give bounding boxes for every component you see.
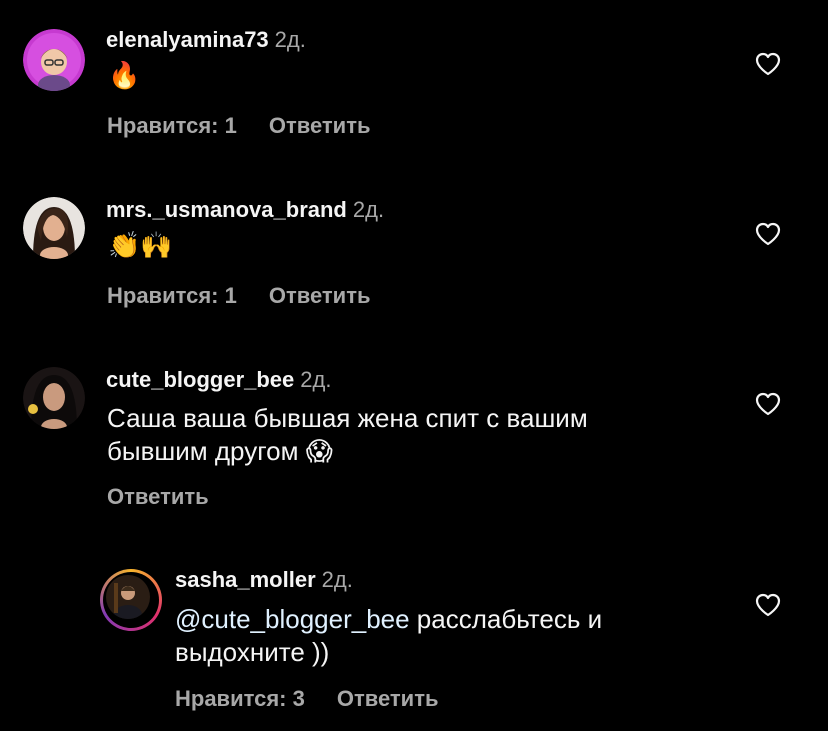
comment-text-line: бывшим другом 😱 (107, 435, 588, 469)
username-link[interactable]: mrs._usmanova_brand (106, 197, 347, 222)
comment-actions: Нравится: 1 Ответить (107, 113, 403, 139)
avatar-image (23, 197, 85, 259)
likes-count-button[interactable]: Нравится: 1 (107, 283, 237, 308)
timestamp: 2д. (274, 27, 306, 52)
likes-count-button[interactable]: Нравится: 3 (175, 686, 305, 711)
timestamp: 2д. (321, 567, 353, 592)
username-link[interactable]: cute_blogger_bee (106, 367, 294, 392)
comment-text-segment: бывшим другом (107, 436, 299, 466)
comment-text: 🔥 (108, 61, 141, 91)
username-link[interactable]: elenalyamina73 (106, 27, 269, 52)
comment-text-line: Саша ваша бывшая жена спит с вашим (107, 403, 588, 433)
avatar-image (106, 575, 150, 619)
timestamp: 2д. (300, 367, 332, 392)
reply-button[interactable]: Ответить (337, 686, 439, 711)
reply-button[interactable]: Ответить (269, 113, 371, 138)
avatar[interactable] (23, 197, 85, 259)
username-link[interactable]: sasha_moller (175, 567, 316, 592)
comment-text: 👏🙌 (108, 231, 173, 261)
comment-text-line: @cute_blogger_bee расслабьтесь и (175, 603, 602, 636)
heart-outline-icon[interactable] (755, 593, 781, 617)
avatar-story-ring (103, 572, 159, 628)
heart-outline-icon[interactable] (755, 52, 781, 76)
comment-text: Саша ваша бывшая жена спит с вашим бывши… (107, 402, 588, 469)
comment-actions: Нравится: 3 Ответить (175, 686, 471, 712)
mention-link[interactable]: @cute_blogger_bee (175, 604, 410, 634)
timestamp: 2д. (352, 197, 385, 222)
comment-actions: Ответить (107, 484, 241, 510)
comment-header: elenalyamina73 2д. (106, 27, 306, 53)
comment-text: @cute_blogger_bee расслабьтесь и выдохни… (175, 603, 602, 669)
comment-header: sasha_moller 2д. (175, 567, 353, 593)
heart-outline-icon[interactable] (755, 392, 781, 416)
avatar-image (23, 29, 85, 91)
avatar[interactable] (100, 569, 162, 631)
comment-text-line: выдохните )) (175, 637, 330, 667)
reply-button[interactable]: Ответить (269, 283, 371, 308)
avatar[interactable] (23, 29, 85, 91)
comment-text-segment: расслабьтесь и (409, 604, 603, 634)
comment-header: cute_blogger_bee 2д. (106, 367, 331, 393)
avatar[interactable] (23, 367, 85, 429)
avatar-image (23, 367, 85, 429)
comment-emoji: 😱 (305, 437, 333, 467)
comment-header: mrs._usmanova_brand 2д. (106, 197, 384, 223)
reply-button[interactable]: Ответить (107, 484, 209, 509)
heart-outline-icon[interactable] (755, 222, 781, 246)
likes-count-button[interactable]: Нравится: 1 (107, 113, 237, 138)
comment-actions: Нравится: 1 Ответить (107, 283, 403, 309)
